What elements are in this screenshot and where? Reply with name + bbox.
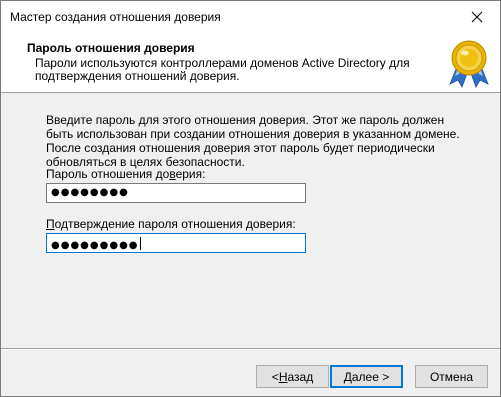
wizard-header: Пароль отношения доверия Пароли использу…	[1, 32, 500, 93]
footer-divider	[1, 348, 500, 350]
page-description: Пароли используются контроллерами домено…	[35, 56, 410, 83]
back-button[interactable]: < Назад	[256, 365, 329, 388]
password-masked-value: ●●●●●●●●	[51, 187, 129, 198]
password-label-part: Пароль отношения до	[46, 167, 170, 181]
next-button[interactable]: Далее >	[330, 365, 403, 388]
page-title: Пароль отношения доверия	[27, 41, 195, 55]
title-bar: Мастер создания отношения доверия	[1, 1, 500, 32]
password-label: Пароль отношения доверия:	[46, 167, 205, 181]
confirm-label-part: одтверждение пароля отношения доверия:	[54, 217, 296, 231]
instructions-text: Введите пароль для этого отношения довер…	[46, 113, 460, 169]
password-input[interactable]: ●●●●●●●●	[46, 183, 306, 203]
password-label-part: ерия:	[175, 167, 206, 181]
award-seal-icon	[449, 40, 489, 88]
close-icon	[471, 11, 483, 22]
confirm-password-label: Подтверждение пароля отношения доверия:	[46, 217, 296, 231]
cancel-button[interactable]: Отмена	[415, 365, 488, 388]
back-button-label: азад	[287, 369, 314, 384]
confirm-label-accelerator: П	[46, 217, 55, 231]
trust-wizard-window: Мастер создания отношения доверия Пароль…	[0, 0, 501, 397]
cancel-button-label: Отмена	[429, 369, 474, 384]
back-button-accelerator: Н	[278, 369, 288, 384]
window-title: Мастер создания отношения доверия	[10, 10, 221, 24]
confirm-password-input[interactable]: ●●●●●●●●●	[46, 233, 306, 253]
confirm-masked-value: ●●●●●●●●●	[51, 240, 139, 251]
next-button-label: алее >	[351, 369, 390, 384]
back-button-prefix: <	[271, 369, 279, 384]
close-button[interactable]	[454, 1, 500, 32]
next-button-accelerator: Д	[343, 369, 352, 384]
text-caret	[139, 237, 141, 250]
